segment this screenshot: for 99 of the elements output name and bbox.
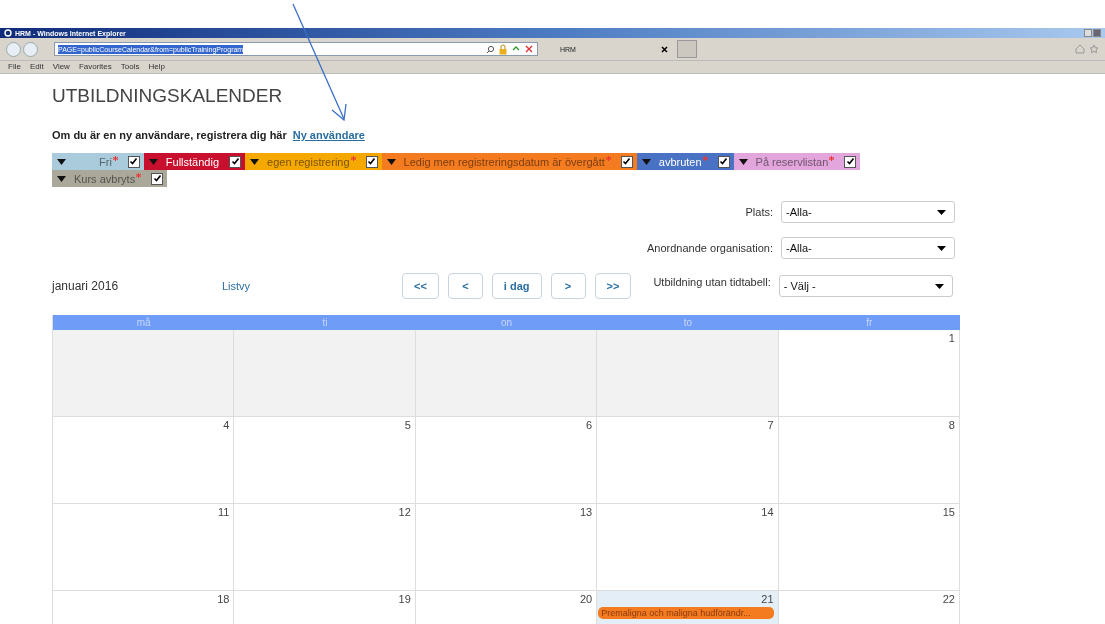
weekday-label: må	[135, 316, 152, 330]
day-number: 18	[217, 593, 230, 605]
calendar-day-cell[interactable]	[597, 330, 779, 417]
checkbox[interactable]	[127, 155, 140, 168]
menu-item[interactable]: Edit	[29, 62, 44, 72]
day-number: 1	[948, 332, 955, 344]
filter-label: Plats:	[745, 206, 773, 218]
browser-logo-icon	[4, 29, 12, 37]
calendar-day-cell[interactable]: 12	[234, 504, 416, 591]
status-label: På reservlistan	[755, 155, 829, 168]
day-number: 5	[404, 419, 411, 431]
checkbox[interactable]	[151, 172, 164, 185]
status-filter-chip[interactable]: På reservlistan	[733, 153, 861, 170]
calendar-nav-button[interactable]: >>	[594, 273, 632, 299]
close-icon[interactable]	[661, 45, 668, 53]
dropdown-caret-icon	[937, 209, 946, 215]
status-filter-chip[interactable]: egen registrering	[245, 153, 382, 170]
checkbox[interactable]	[620, 155, 633, 168]
calendar-day-cell[interactable]: 14	[597, 504, 779, 591]
star-icon[interactable]	[1089, 44, 1099, 54]
maximize-button[interactable]	[1093, 29, 1101, 37]
status-filter-chip[interactable]: Fri	[52, 153, 144, 170]
status-label: Fri	[99, 155, 112, 168]
caret-icon	[641, 158, 651, 165]
day-number: 4	[223, 419, 230, 431]
filter-label: Anordnande organisation:	[647, 242, 773, 254]
month-label: januari 2016	[52, 279, 120, 293]
dropdown-caret-icon	[934, 283, 944, 289]
weekday-label: fr	[865, 316, 874, 330]
status-label: Kurs avbryts	[74, 172, 136, 185]
calendar-day-cell[interactable]: 6	[415, 417, 598, 504]
status-label: egen registrering	[267, 155, 350, 168]
checkbox[interactable]	[365, 155, 378, 168]
calendar-day-cell[interactable]: 5	[234, 417, 416, 504]
caret-icon	[738, 158, 748, 165]
minimize-button[interactable]	[1084, 29, 1092, 37]
calendar-day-cell[interactable]: 21 Premaligna och maligna hudförändr...	[597, 591, 779, 624]
calendar-day-cell[interactable]	[53, 330, 235, 417]
back-button[interactable]	[6, 41, 21, 57]
day-number: 12	[398, 506, 411, 518]
filter-dropdown[interactable]: -Alla-	[781, 201, 955, 223]
calendar-day-cell[interactable]: 1	[778, 330, 960, 417]
menu-item[interactable]: Tools	[120, 62, 140, 72]
menu-item[interactable]: View	[52, 62, 70, 72]
calendar-nav-button[interactable]: <<	[402, 273, 439, 299]
calendar-day-cell[interactable]: 15	[778, 504, 960, 591]
calendar-day-cell[interactable]: 11	[53, 504, 235, 591]
calendar-day-cell[interactable]	[415, 330, 598, 417]
menu-item[interactable]: Help	[148, 62, 165, 72]
calendar-day-cell[interactable]	[234, 330, 416, 417]
menu-item[interactable]: Favorites	[78, 62, 112, 72]
day-number: 14	[761, 506, 774, 518]
caret-icon	[57, 175, 66, 182]
caret-icon	[250, 158, 260, 165]
caret-icon	[57, 158, 66, 165]
dropdown-caret-icon	[937, 245, 946, 251]
calendar-day-cell[interactable]: 4	[53, 417, 235, 504]
checkbox[interactable]	[229, 155, 242, 168]
day-number: 22	[942, 593, 955, 605]
calendar-day-cell[interactable]: 8	[778, 417, 960, 504]
caret-icon	[386, 158, 396, 165]
stop-icon[interactable]	[524, 44, 534, 54]
day-number: 20	[579, 593, 593, 605]
status-filter-chip[interactable]: Fullständig	[143, 153, 246, 170]
day-number: 8	[948, 419, 955, 431]
calendar-nav-button[interactable]: <	[447, 273, 483, 299]
day-number: 19	[398, 593, 411, 605]
calendar-day-cell[interactable]: 7	[597, 417, 779, 504]
search-icon[interactable]	[486, 44, 495, 54]
status-label: avbruten	[658, 155, 702, 168]
day-number: 15	[942, 506, 955, 518]
checkbox[interactable]	[717, 155, 730, 168]
caret-icon	[148, 158, 158, 165]
list-view-link[interactable]: Listvy	[222, 280, 394, 292]
calendar-nav-button[interactable]: i dag	[491, 273, 542, 299]
filter-dropdown[interactable]: -Alla-	[781, 237, 955, 259]
new-tab-button[interactable]	[677, 40, 697, 58]
weekday-label: ti	[321, 316, 329, 330]
calendar-nav-button[interactable]: >	[550, 273, 586, 299]
filter-dropdown[interactable]: - Välj -	[778, 275, 953, 297]
status-label: Ledig men registreringsdatum är övergått	[403, 155, 605, 168]
day-number: 7	[767, 419, 774, 431]
weekday-label: on	[499, 316, 514, 330]
status-filter-chip[interactable]: avbruten	[636, 153, 734, 170]
day-number: 13	[579, 506, 593, 518]
home-icon[interactable]	[1075, 44, 1085, 54]
day-number: 11	[217, 506, 230, 518]
weekday-label: to	[682, 316, 694, 330]
status-label: Fullständig	[165, 155, 220, 168]
register-text: Om du är en ny användare, registrera dig här	[52, 129, 287, 141]
calendar-day-cell[interactable]: 13	[415, 504, 598, 591]
filter-label: Utbildning utan tidtabell:	[653, 276, 771, 288]
new-user-link[interactable]: Ny användare	[292, 129, 365, 141]
page-title: UTBILDNINGSKALENDER	[52, 84, 284, 108]
menu-item[interactable]: File	[8, 62, 21, 72]
day-number: 6	[586, 419, 593, 431]
day-number: 21	[761, 593, 774, 605]
forward-button[interactable]	[23, 41, 38, 57]
checkbox[interactable]	[844, 155, 857, 168]
